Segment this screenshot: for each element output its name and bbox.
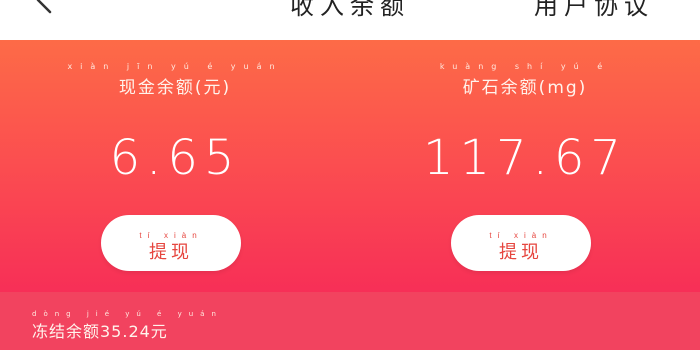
- cash-balance-amount: 6.65: [109, 130, 241, 186]
- mineral-balance-pinyin: kuàng shí yú é: [439, 62, 611, 71]
- frozen-balance-bar: dòng jié yú é yuán 冻结余额35.24元: [0, 292, 700, 350]
- user-agreement-link[interactable]: 用户协议: [534, 0, 654, 21]
- cash-balance-pinyin: xiàn jīn yú é yuán: [67, 62, 283, 71]
- mineral-balance-section: kuàng shí yú é 矿石余额(mg) 117.67 tí xiàn 提…: [350, 40, 700, 292]
- cash-withdraw-button[interactable]: tí xiàn 提现: [101, 215, 241, 271]
- top-bar: 收入余额 用户协议: [0, 0, 700, 40]
- mineral-balance-label: kuàng shí yú é 矿石余额(mg): [350, 62, 700, 98]
- mineral-withdraw-label: 提现: [499, 241, 543, 262]
- frozen-balance-pinyin: dòng jié yú é yuán: [32, 310, 223, 318]
- balance-panel: xiàn jīn yú é yuán 现金余额(元) 6.65 tí xiàn …: [0, 40, 700, 292]
- mineral-balance-label-text: 矿石余额(mg): [462, 78, 588, 98]
- mineral-balance-amount: 117.67: [423, 130, 627, 186]
- frozen-balance: dòng jié yú é yuán 冻结余额35.24元: [32, 310, 223, 342]
- mineral-withdraw-button[interactable]: tí xiàn 提现: [451, 215, 591, 271]
- cash-balance-label-text: 现金余额(元): [118, 78, 232, 98]
- frozen-balance-text: 冻结余额35.24元: [32, 322, 168, 341]
- cash-balance-section: xiàn jīn yú é yuán 现金余额(元) 6.65 tí xiàn …: [0, 40, 350, 292]
- cash-balance-label: xiàn jīn yú é yuán 现金余额(元): [0, 62, 350, 98]
- cash-withdraw-label: 提现: [149, 241, 193, 262]
